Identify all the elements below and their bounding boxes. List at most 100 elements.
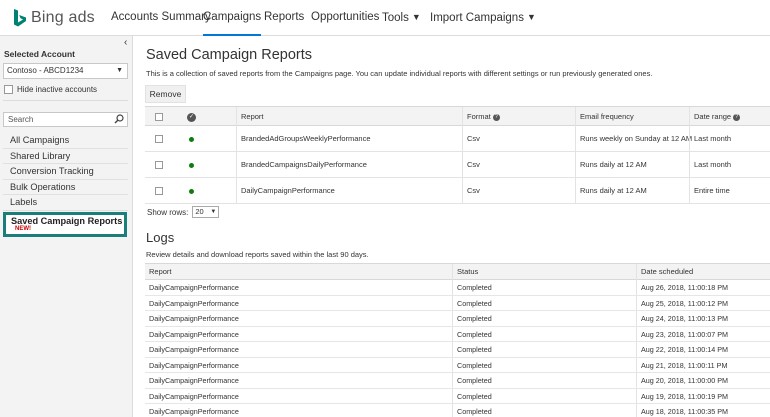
sidebar-item-bulk-operations[interactable]: Bulk Operations: [3, 180, 128, 196]
log-report-name[interactable]: DailyCampaignPerformance: [149, 404, 239, 417]
chevron-down-icon: ▼: [526, 12, 536, 22]
email-frequency: Runs daily at 12 AM: [580, 160, 647, 169]
column-divider: [636, 357, 637, 373]
row-checkbox[interactable]: [155, 178, 163, 204]
logs-table-header: Report Status Date scheduled: [145, 264, 770, 280]
log-report-name[interactable]: DailyCampaignPerformance: [149, 327, 239, 342]
log-report-name[interactable]: DailyCampaignPerformance: [149, 358, 239, 373]
table-row[interactable]: DailyCampaignPerformance Completed Aug 22,…: [145, 342, 770, 358]
report-format: Csv: [467, 186, 480, 195]
nav-accounts-summary[interactable]: Accounts Summary: [111, 0, 211, 36]
search-placeholder: Search: [8, 115, 34, 124]
log-report-name[interactable]: DailyCampaignPerformance: [149, 342, 239, 357]
column-divider: [689, 126, 690, 152]
hide-inactive-row[interactable]: Hide inactive accounts: [4, 85, 97, 94]
table-row[interactable]: BrandedCampaignsDailyPerformance Csv Run…: [145, 152, 770, 178]
column-header-date-range[interactable]: Date range?: [694, 107, 741, 126]
saved-reports-table: ✓ Report Format? Email frequency Date ra…: [145, 106, 770, 204]
nav-import-campaigns[interactable]: Import Campaigns ▼: [430, 0, 536, 36]
column-header-status[interactable]: Status: [457, 264, 478, 280]
logo-text: Bing ads: [31, 9, 95, 26]
column-divider: [462, 107, 463, 126]
top-nav: Bing ads Accounts Summary Campaigns Repo…: [0, 0, 770, 36]
column-divider: [236, 107, 237, 126]
select-all-checkbox[interactable]: [155, 107, 163, 126]
report-name[interactable]: BrandedCampaignsDailyPerformance: [241, 152, 367, 178]
log-status: Completed: [457, 329, 492, 339]
date-range: Last month: [694, 160, 732, 169]
bing-logo-icon: [14, 9, 26, 27]
nav-opportunities[interactable]: Opportunities: [311, 0, 379, 36]
remove-button[interactable]: Remove: [145, 85, 186, 103]
format-header-label: Format: [467, 112, 491, 121]
sidebar-item-shared-library[interactable]: Shared Library: [3, 149, 128, 165]
log-report-name[interactable]: DailyCampaignPerformance: [149, 311, 239, 326]
search-icon[interactable]: [114, 114, 124, 124]
table-row[interactable]: DailyCampaignPerformance Completed Aug 25,…: [145, 295, 770, 311]
sidebar: ‹ Selected Account Contoso - ABCD1234 ▼ …: [0, 36, 133, 417]
new-badge: NEW!: [15, 226, 31, 232]
sidebar-item-all-campaigns[interactable]: All Campaigns: [3, 133, 128, 149]
log-report-name[interactable]: DailyCampaignPerformance: [149, 373, 239, 388]
collapse-sidebar-icon[interactable]: ‹: [124, 37, 127, 48]
help-icon[interactable]: ?: [492, 114, 500, 121]
column-divider: [452, 388, 453, 404]
log-date-scheduled: Aug 22, 2018, 11:00:14 PM: [641, 345, 728, 354]
column-divider: [236, 178, 237, 204]
help-icon[interactable]: ?: [733, 114, 741, 121]
hide-inactive-checkbox[interactable]: [4, 85, 13, 94]
log-report-name[interactable]: DailyCampaignPerformance: [149, 389, 239, 404]
row-checkbox[interactable]: [155, 126, 163, 152]
status-active-dot: [189, 126, 194, 152]
show-rows-value: 20: [195, 207, 204, 216]
sidebar-item-saved-campaign-reports[interactable]: Saved Campaign Reports NEW!: [3, 212, 127, 237]
log-date-scheduled: Aug 25, 2018, 11:00:12 PM: [641, 298, 728, 308]
sidebar-item-conversion-tracking[interactable]: Conversion Tracking: [3, 164, 128, 180]
nav-import-label: Import Campaigns: [430, 12, 524, 24]
account-dropdown[interactable]: Contoso - ABCD1234 ▼: [3, 63, 128, 79]
column-divider: [575, 107, 576, 126]
log-report-name[interactable]: DailyCampaignPerformance: [149, 280, 239, 295]
report-name[interactable]: BrandedAdGroupsWeeklyPerformance: [241, 126, 371, 152]
column-divider: [452, 404, 453, 417]
chevron-down-icon: ▼: [116, 67, 123, 74]
log-status: Completed: [457, 283, 492, 292]
row-checkbox[interactable]: [155, 152, 163, 178]
column-header-date-scheduled[interactable]: Date scheduled: [641, 264, 693, 280]
table-row[interactable]: DailyCampaignPerformance Completed Aug 19,…: [145, 388, 770, 404]
date-range-header-label: Date range: [694, 112, 732, 121]
column-divider: [689, 107, 690, 126]
show-rows-control: Show rows: 20 ▼: [147, 206, 220, 218]
log-report-name[interactable]: DailyCampaignPerformance: [149, 296, 239, 311]
status-active-dot: [189, 178, 194, 204]
table-row[interactable]: BrandedAdGroupsWeeklyPerformance Csv Run…: [145, 126, 770, 152]
report-format: Csv: [467, 134, 480, 143]
report-name[interactable]: DailyCampaignPerformance: [241, 178, 335, 204]
column-header-report[interactable]: Report: [241, 107, 264, 126]
column-header-format[interactable]: Format?: [467, 107, 500, 126]
column-divider: [236, 126, 237, 152]
table-row[interactable]: DailyCampaignPerformance Completed Aug 18,…: [145, 404, 770, 417]
column-header-email-frequency[interactable]: Email frequency: [580, 107, 634, 126]
column-divider: [575, 152, 576, 178]
chevron-down-icon: ▼: [411, 12, 421, 22]
table-row[interactable]: DailyCampaignPerformance Completed Aug 26,…: [145, 280, 770, 296]
nav-tools[interactable]: Tools ▼: [382, 0, 421, 36]
search-input[interactable]: Search: [3, 112, 128, 127]
log-date-scheduled: Aug 21, 2018, 11:00:11 PM: [641, 360, 728, 370]
log-status: Completed: [457, 391, 492, 401]
column-header-report[interactable]: Report: [149, 264, 172, 280]
show-rows-dropdown[interactable]: 20 ▼: [192, 206, 220, 218]
nav-campaigns[interactable]: Campaigns: [203, 0, 262, 36]
column-divider: [636, 280, 637, 295]
log-date-scheduled: Aug 23, 2018, 11:00:07 PM: [641, 329, 728, 339]
table-row[interactable]: DailyCampaignPerformance Completed Aug 20,…: [145, 373, 770, 389]
bing-ads-logo[interactable]: Bing ads: [13, 7, 95, 29]
sidebar-item-labels[interactable]: Labels: [3, 195, 128, 211]
table-row[interactable]: DailyCampaignPerformance Csv Runs daily …: [145, 178, 770, 204]
nav-reports[interactable]: Reports: [264, 0, 304, 36]
table-row[interactable]: DailyCampaignPerformance Completed Aug 21,…: [145, 357, 770, 373]
table-row[interactable]: DailyCampaignPerformance Completed Aug 24,…: [145, 311, 770, 327]
column-divider: [452, 264, 453, 280]
table-row[interactable]: DailyCampaignPerformance Completed Aug 23,…: [145, 326, 770, 342]
